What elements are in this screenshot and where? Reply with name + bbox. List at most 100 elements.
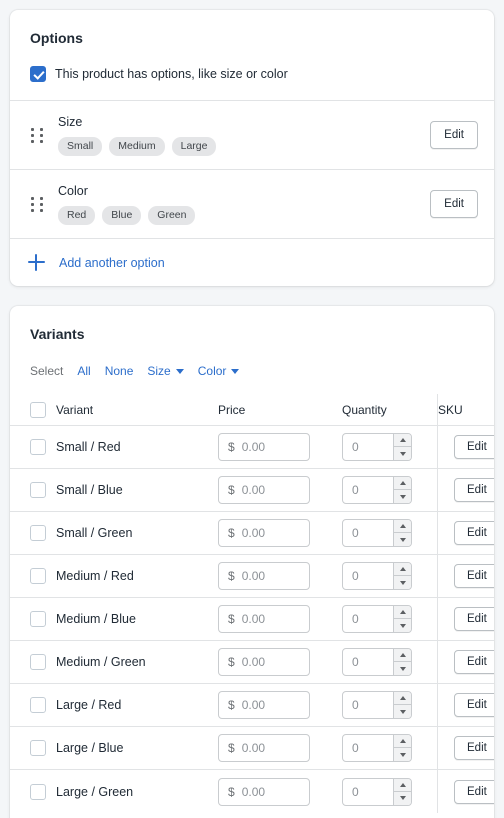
stepper-up-button[interactable] (393, 434, 411, 447)
cell-price: $0.00 (218, 648, 342, 676)
price-input[interactable]: $0.00 (218, 519, 310, 547)
column-header-variant: Variant (56, 402, 94, 417)
cell-sku: Edit (435, 521, 494, 545)
price-value: 0.00 (241, 483, 266, 497)
row-checkbox[interactable] (30, 697, 46, 713)
row-checkbox[interactable] (30, 568, 46, 584)
quantity-stepper[interactable] (393, 520, 411, 546)
stepper-down-button[interactable] (393, 662, 411, 675)
stepper-down-button[interactable] (393, 447, 411, 460)
quantity-value: 0 (352, 569, 359, 583)
add-another-option-button[interactable]: Add another option (10, 239, 494, 286)
quantity-stepper[interactable] (393, 563, 411, 589)
edit-variant-button[interactable]: Edit (454, 693, 494, 717)
select-all-checkbox[interactable] (30, 401, 46, 418)
quantity-input[interactable]: 0 (342, 519, 412, 547)
variants-title: Variants (30, 326, 85, 342)
edit-variant-button[interactable]: Edit (454, 779, 494, 804)
quantity-input[interactable]: 0 (342, 605, 412, 633)
cell-variant-name: Medium / Red (56, 569, 134, 583)
edit-option-color-button[interactable]: Edit (430, 190, 478, 218)
cell-variant-name: Medium / Blue (56, 612, 136, 626)
quantity-input[interactable]: 0 (342, 777, 412, 806)
stepper-up-button[interactable] (393, 692, 411, 705)
has-options-checkbox[interactable] (30, 66, 46, 82)
row-checkbox[interactable] (30, 611, 46, 627)
edit-variant-button[interactable]: Edit (454, 564, 494, 588)
quantity-stepper[interactable] (393, 434, 411, 460)
select-all-link[interactable]: All (77, 364, 90, 378)
edit-option-size-button[interactable]: Edit (430, 121, 478, 149)
options-card-header: Options This product has options, like s… (10, 10, 494, 100)
row-checkbox[interactable] (30, 439, 46, 455)
stepper-up-button[interactable] (393, 563, 411, 576)
price-input[interactable]: $0.00 (218, 734, 310, 762)
price-input[interactable]: $0.00 (218, 476, 310, 504)
quantity-stepper[interactable] (393, 778, 411, 805)
cell-sku: Edit (435, 478, 494, 502)
stepper-up-button[interactable] (393, 477, 411, 490)
table-row: Small / Red $0.00 0 Edit (10, 426, 494, 469)
currency-symbol: $ (228, 526, 235, 540)
stepper-down-button[interactable] (393, 705, 411, 718)
drag-handle-icon[interactable] (28, 196, 46, 212)
stepper-down-button[interactable] (393, 791, 411, 805)
row-checkbox-cell (10, 482, 56, 498)
row-checkbox[interactable] (30, 740, 46, 756)
row-checkbox[interactable] (30, 654, 46, 670)
table-row: Small / Blue $0.00 0 Edit (10, 469, 494, 512)
quantity-stepper[interactable] (393, 477, 411, 503)
row-checkbox[interactable] (30, 482, 46, 498)
price-input[interactable]: $0.00 (218, 648, 310, 676)
price-input[interactable]: $0.00 (218, 777, 310, 806)
arrow-down-icon (399, 752, 406, 757)
row-checkbox[interactable] (30, 525, 46, 541)
cell-variant-name: Large / Red (56, 698, 122, 712)
price-input[interactable]: $0.00 (218, 433, 310, 461)
stepper-down-button[interactable] (393, 576, 411, 589)
quantity-stepper[interactable] (393, 606, 411, 632)
stepper-up-button[interactable] (393, 520, 411, 533)
quantity-input[interactable]: 0 (342, 691, 412, 719)
edit-variant-button[interactable]: Edit (454, 435, 494, 459)
select-size-dropdown[interactable]: Size (147, 364, 184, 378)
quantity-stepper[interactable] (393, 692, 411, 718)
quantity-input[interactable]: 0 (342, 562, 412, 590)
quantity-input[interactable]: 0 (342, 734, 412, 762)
option-value-pill: Large (171, 137, 217, 156)
stepper-down-button[interactable] (393, 533, 411, 546)
stepper-up-button[interactable] (393, 649, 411, 662)
stepper-up-button[interactable] (393, 735, 411, 748)
price-input[interactable]: $0.00 (218, 691, 310, 719)
stepper-up-button[interactable] (393, 606, 411, 619)
cell-price: $0.00 (218, 562, 342, 590)
select-none-link[interactable]: None (105, 364, 134, 378)
quantity-input[interactable]: 0 (342, 648, 412, 676)
stepper-down-button[interactable] (393, 619, 411, 632)
price-input[interactable]: $0.00 (218, 605, 310, 633)
option-details-size: Size Small Medium Large (58, 114, 430, 156)
stepper-down-button[interactable] (393, 490, 411, 503)
option-details-color: Color Red Blue Green (58, 183, 430, 225)
quantity-input[interactable]: 0 (342, 433, 412, 461)
drag-handle-icon[interactable] (28, 127, 46, 143)
stepper-down-button[interactable] (393, 748, 411, 761)
price-value: 0.00 (241, 784, 266, 799)
quantity-stepper[interactable] (393, 649, 411, 675)
select-color-dropdown[interactable]: Color (198, 364, 240, 378)
quantity-stepper[interactable] (393, 735, 411, 761)
table-row: Large / Red $0.00 0 Edit (10, 684, 494, 727)
edit-variant-button[interactable]: Edit (454, 607, 494, 631)
quantity-input[interactable]: 0 (342, 476, 412, 504)
row-checkbox[interactable] (30, 783, 46, 800)
edit-variant-button[interactable]: Edit (454, 521, 494, 545)
horizontal-scrollbar[interactable] (10, 813, 494, 818)
edit-variant-button[interactable]: Edit (454, 478, 494, 502)
edit-variant-button[interactable]: Edit (454, 736, 494, 760)
option-values-color: Red Blue Green (58, 206, 430, 225)
edit-variant-button[interactable]: Edit (454, 650, 494, 674)
price-input[interactable]: $0.00 (218, 562, 310, 590)
has-options-checkbox-row[interactable]: This product has options, like size or c… (30, 66, 474, 82)
stepper-up-button[interactable] (393, 778, 411, 792)
price-value: 0.00 (241, 440, 266, 454)
